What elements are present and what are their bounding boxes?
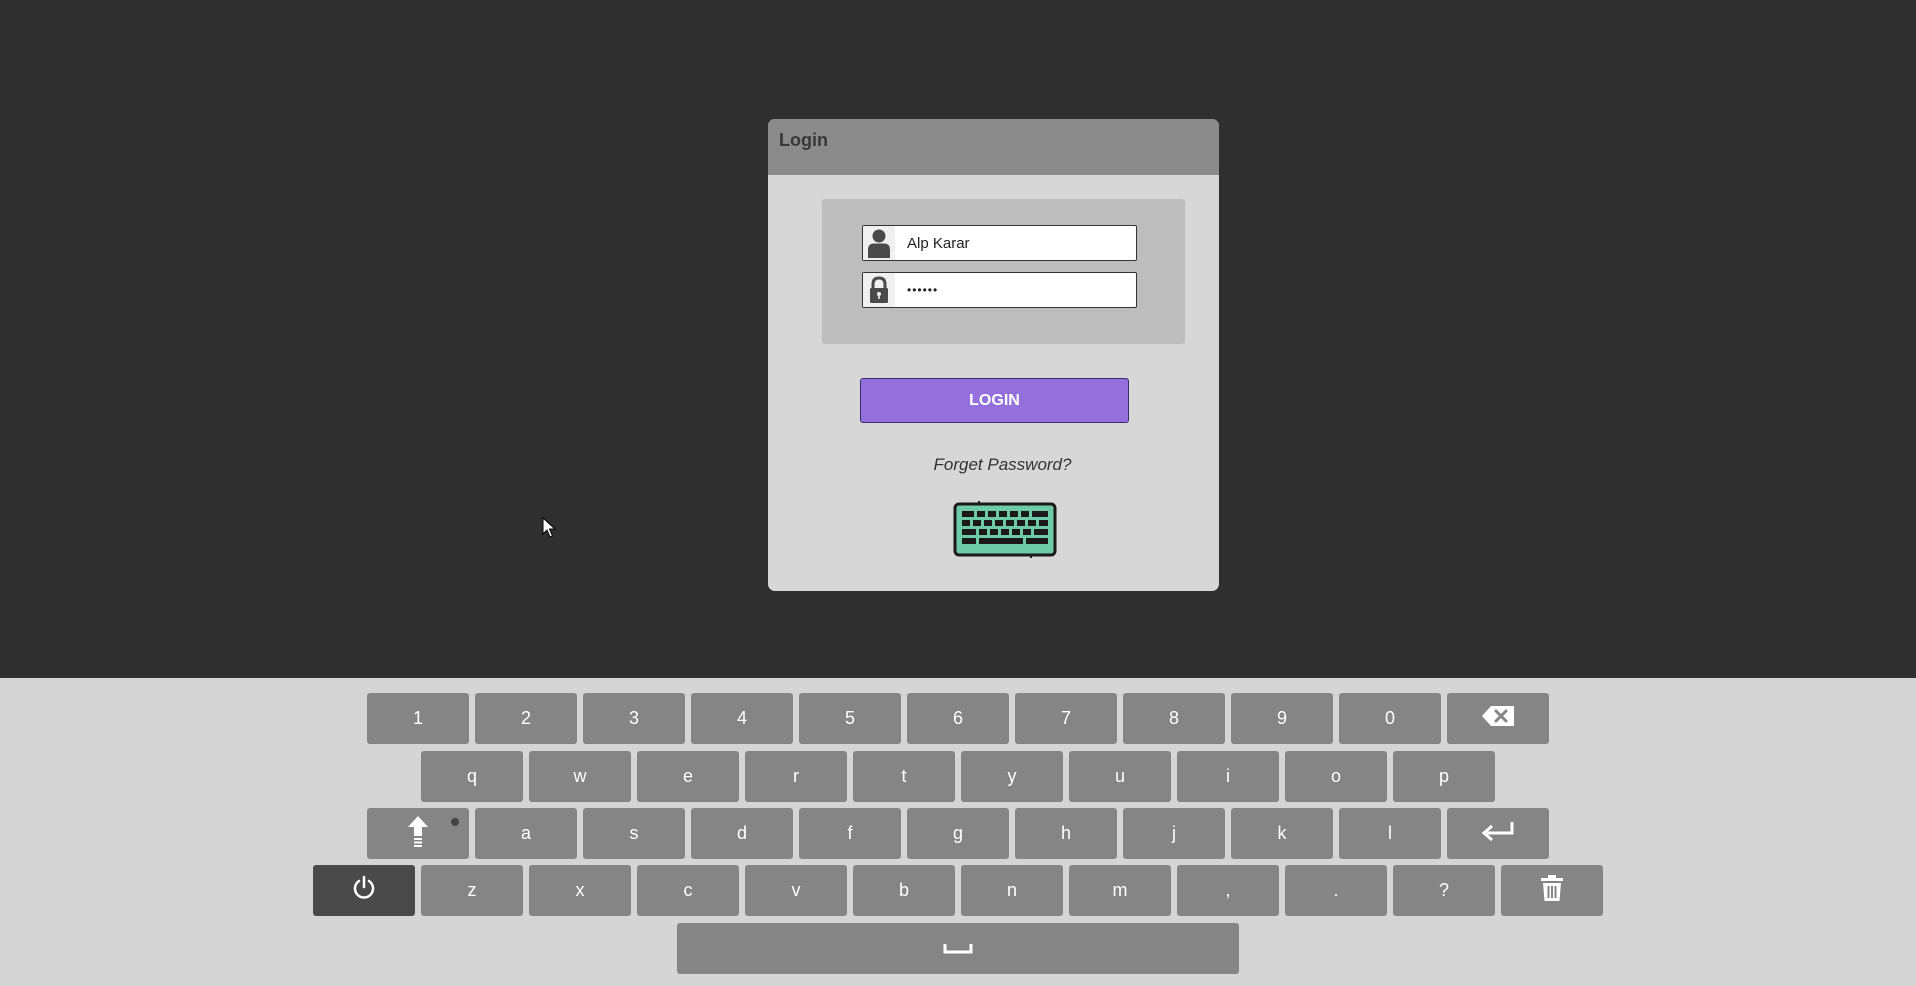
key-e[interactable]: e — [637, 751, 739, 802]
keyboard-icon — [953, 501, 1057, 562]
mouse-cursor-icon — [542, 516, 557, 539]
key-g[interactable]: g — [907, 808, 1009, 859]
password-field[interactable]: •••••• — [862, 272, 1137, 308]
lock-icon — [863, 273, 895, 307]
key-m[interactable]: m — [1069, 865, 1171, 916]
key-1[interactable]: 1 — [367, 693, 469, 744]
key-u[interactable]: u — [1069, 751, 1171, 802]
login-button[interactable]: LOGIN — [860, 378, 1129, 423]
key-4[interactable]: 4 — [691, 693, 793, 744]
key-k[interactable]: k — [1231, 808, 1333, 859]
key-s[interactable]: s — [583, 808, 685, 859]
key-x[interactable]: x — [529, 865, 631, 916]
backspace-key[interactable] — [1447, 693, 1549, 744]
key-3[interactable]: 3 — [583, 693, 685, 744]
key-n[interactable]: n — [961, 865, 1063, 916]
key-b[interactable]: b — [853, 865, 955, 916]
key-q[interactable]: q — [421, 751, 523, 802]
key-o[interactable]: o — [1285, 751, 1387, 802]
key-0[interactable]: 0 — [1339, 693, 1441, 744]
key-7[interactable]: 7 — [1015, 693, 1117, 744]
key-r[interactable]: r — [745, 751, 847, 802]
dialog-title: Login — [779, 130, 828, 150]
power-key[interactable] — [313, 865, 415, 916]
key-l[interactable]: l — [1339, 808, 1441, 859]
shift-arrow-icon — [407, 815, 429, 852]
key-h[interactable]: h — [1015, 808, 1117, 859]
keyboard-toggle-button[interactable] — [953, 501, 1057, 558]
login-dialog: Login •••••• LOGIN F — [768, 119, 1219, 591]
key-a[interactable]: a — [475, 808, 577, 859]
on-screen-keyboard: 1 2 3 4 5 6 7 8 9 0 q w e r t y u i o p — [0, 678, 1916, 986]
key-t[interactable]: t — [853, 751, 955, 802]
key-j[interactable]: j — [1123, 808, 1225, 859]
key-i[interactable]: i — [1177, 751, 1279, 802]
enter-arrow-icon — [1481, 820, 1515, 847]
key-2[interactable]: 2 — [475, 693, 577, 744]
forget-password-link[interactable]: Forget Password? — [768, 455, 1219, 475]
key-6[interactable]: 6 — [907, 693, 1009, 744]
enter-key[interactable] — [1447, 808, 1549, 859]
clear-key[interactable] — [1501, 865, 1603, 916]
username-field[interactable] — [862, 225, 1137, 261]
caps-lock-key[interactable] — [367, 808, 469, 859]
key-5[interactable]: 5 — [799, 693, 901, 744]
username-input[interactable] — [895, 228, 1136, 258]
key-f[interactable]: f — [799, 808, 901, 859]
key-period[interactable]: . — [1285, 865, 1387, 916]
key-9[interactable]: 9 — [1231, 693, 1333, 744]
power-icon — [351, 875, 377, 906]
key-d[interactable]: d — [691, 808, 793, 859]
key-question[interactable]: ? — [1393, 865, 1495, 916]
password-input[interactable]: •••••• — [895, 275, 1136, 305]
caps-indicator — [451, 818, 459, 826]
key-y[interactable]: y — [961, 751, 1063, 802]
user-icon — [863, 226, 895, 260]
key-p[interactable]: p — [1393, 751, 1495, 802]
key-8[interactable]: 8 — [1123, 693, 1225, 744]
space-icon — [943, 938, 973, 959]
key-c[interactable]: c — [637, 865, 739, 916]
backspace-icon — [1481, 705, 1515, 732]
key-v[interactable]: v — [745, 865, 847, 916]
credentials-panel: •••••• — [822, 199, 1185, 344]
space-key[interactable] — [677, 923, 1239, 974]
key-w[interactable]: w — [529, 751, 631, 802]
dialog-header: Login — [768, 119, 1219, 175]
key-z[interactable]: z — [421, 865, 523, 916]
key-comma[interactable]: , — [1177, 865, 1279, 916]
trash-icon — [1540, 874, 1564, 907]
